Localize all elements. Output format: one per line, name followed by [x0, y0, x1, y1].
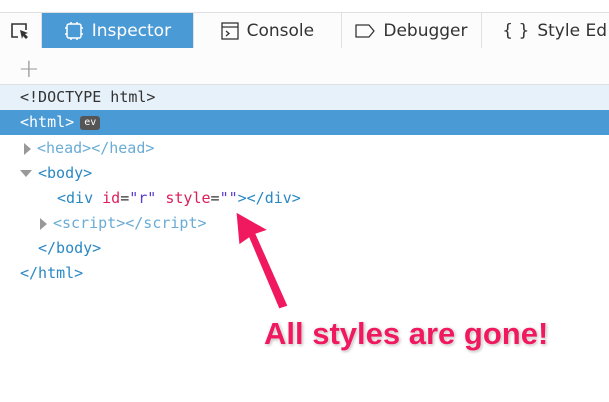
- annotation-text: All styles are gone!: [264, 316, 549, 351]
